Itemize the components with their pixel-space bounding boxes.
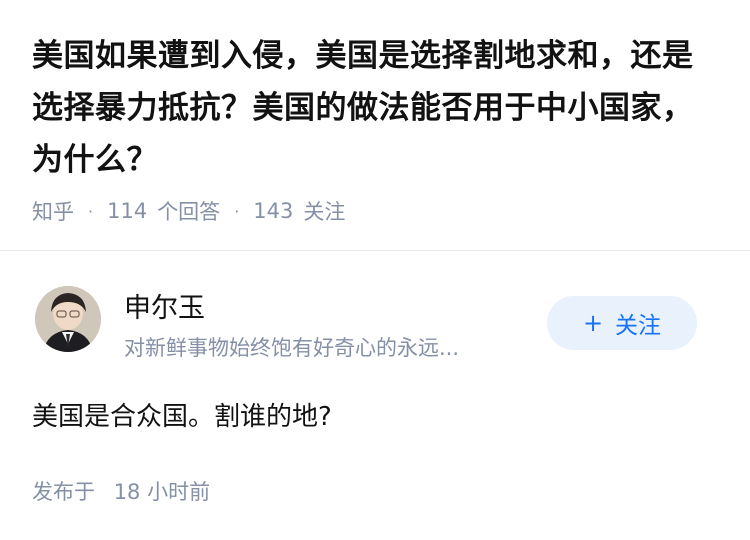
- answer-meta: 发布于 18 小时前: [32, 476, 210, 506]
- follower-count-label: 关注: [303, 200, 346, 224]
- answer-content[interactable]: 美国是合众国。割谁的地?: [32, 396, 332, 433]
- published-time: 18 小时前: [113, 480, 211, 504]
- meta-separator: ·: [88, 201, 94, 221]
- question-meta: 知乎 · 114 个回答 · 143 关注: [32, 196, 345, 226]
- source-label[interactable]: 知乎: [32, 196, 74, 226]
- author-row: 申尔玉 对新鲜事物始终饱有好奇心的永远... + 关注: [0, 280, 750, 370]
- plus-icon: +: [582, 309, 604, 337]
- author-name[interactable]: 申尔玉: [124, 286, 205, 325]
- section-divider: [0, 250, 750, 251]
- answer-count-label[interactable]: 个回答: [157, 196, 220, 226]
- meta-separator: ·: [234, 201, 240, 221]
- author-bio: 对新鲜事物始终饱有好奇心的永远...: [124, 336, 460, 360]
- avatar[interactable]: [35, 286, 101, 352]
- follower-count: 143: [253, 199, 294, 223]
- avatar-photo-icon: [35, 286, 101, 352]
- follow-button-label: 关注: [615, 313, 662, 339]
- answer-count[interactable]: 114: [107, 199, 147, 223]
- published-label: 发布于: [32, 480, 95, 504]
- question-title[interactable]: 美国如果遭到入侵，美国是选择割地求和，还是选择暴力抵抗？美国的做法能否用于中小国…: [32, 30, 718, 186]
- follow-button[interactable]: + 关注: [547, 296, 697, 350]
